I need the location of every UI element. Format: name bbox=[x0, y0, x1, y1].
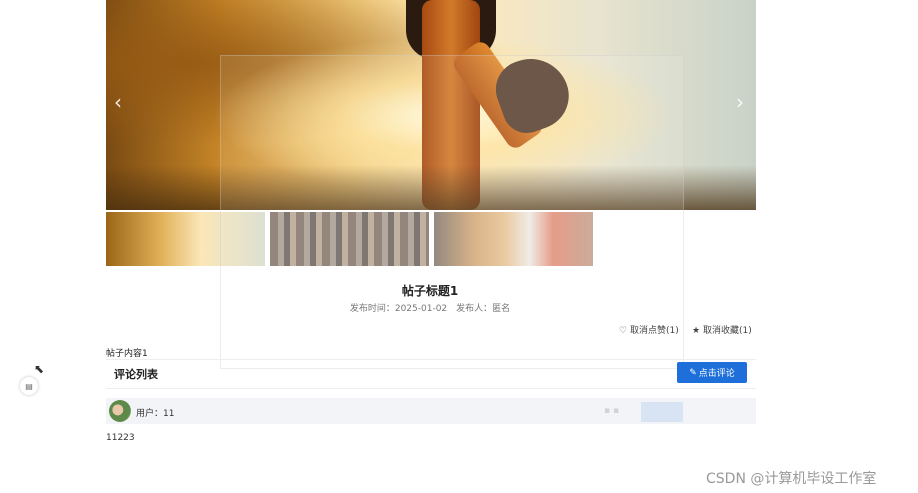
faded-overlay-button bbox=[641, 402, 683, 422]
star-icon: ★ bbox=[692, 326, 701, 336]
faded-overlay-label: ▪ ▪ bbox=[604, 406, 620, 416]
watermark: CSDN @计算机毕设工作室 bbox=[706, 471, 877, 487]
document-icon[interactable]: ▤ bbox=[20, 377, 38, 395]
comment-user: 用户：11 bbox=[136, 409, 175, 419]
add-comment-label: 点击评论 bbox=[698, 368, 735, 378]
add-comment-button[interactable]: ✎ 点击评论 bbox=[677, 362, 747, 383]
carousel-next-icon[interactable]: › bbox=[736, 90, 744, 114]
post-meta: 发布时间：2025-01-02 发布人：匿名 bbox=[349, 304, 511, 314]
comment-text: 11223 bbox=[106, 433, 135, 443]
unfavorite-button[interactable]: ★ 取消收藏(1) bbox=[692, 323, 752, 336]
mouse-cursor-icon: ⬉ bbox=[34, 362, 45, 376]
unfavorite-label: 取消收藏(1) bbox=[702, 326, 752, 336]
heart-outline-icon: ♡ bbox=[619, 326, 628, 336]
comment-section-header bbox=[106, 359, 756, 389]
faded-editor-overlay bbox=[220, 55, 684, 369]
avatar bbox=[109, 400, 131, 422]
comment-section-title: 评论列表 bbox=[114, 368, 158, 381]
unlike-label: 取消点赞(1) bbox=[629, 326, 679, 336]
post-title: 帖子标题1 bbox=[401, 284, 459, 298]
carousel-prev-icon[interactable]: ‹ bbox=[114, 90, 122, 114]
edit-icon: ✎ bbox=[689, 367, 697, 377]
unlike-button[interactable]: ♡ 取消点赞(1) bbox=[619, 323, 679, 336]
post-content: 帖子内容1 bbox=[106, 349, 148, 359]
